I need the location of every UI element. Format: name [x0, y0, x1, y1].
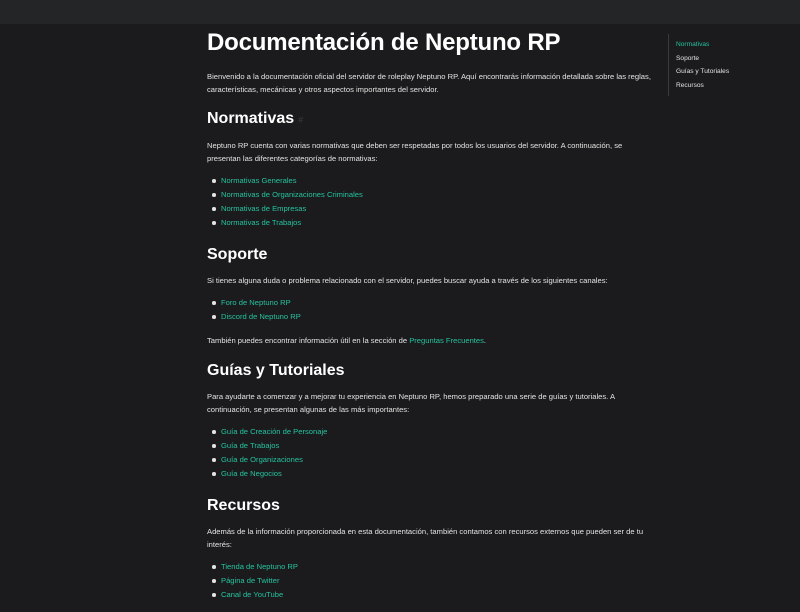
section-recursos: Recursos Además de la información propor…: [207, 495, 652, 612]
top-navbar: [0, 0, 800, 24]
list-item: Normativas de Empresas: [212, 202, 652, 216]
list-item: Página de Twitter: [212, 574, 652, 588]
intro-paragraph: Bienvenido a la documentación oficial de…: [207, 72, 651, 94]
list-item: Guía de Creación de Personaje: [212, 425, 652, 439]
heading-normativas: Normativas #: [207, 108, 652, 131]
soporte-extra-prefix: También puedes encontrar información úti…: [207, 336, 410, 345]
link-twitter[interactable]: Página de Twitter: [221, 576, 280, 585]
soporte-extra-suffix: .: [483, 336, 487, 345]
heading-guias: Guías y Tutoriales: [207, 362, 345, 379]
link-normativas-generales[interactable]: Normativas Generales: [221, 176, 297, 185]
soporte-list: Foro de Neptuno RP Discord de Neptuno RP: [207, 296, 652, 324]
guias-list: Guía de Creación de Personaje Guía de Tr…: [207, 425, 652, 481]
page-title: Documentación de Neptuno RP: [207, 29, 561, 56]
list-item: Normativas de Organizaciones Criminales: [212, 188, 652, 202]
link-normativas-trabajos[interactable]: Normativas de Trabajos: [221, 218, 301, 227]
list-item: Tienda de Neptuno RP: [212, 560, 652, 574]
list-item: Guía de Negocios: [212, 467, 652, 481]
soporte-paragraph: Si tienes alguna duda o problema relacio…: [207, 276, 608, 285]
list-item: Guía de Trabajos: [212, 439, 652, 453]
link-tienda[interactable]: Tienda de Neptuno RP: [221, 562, 298, 571]
heading-soporte: Soporte: [207, 246, 268, 263]
toc-item-guias[interactable]: Guías y Tutoriales: [676, 65, 796, 79]
link-preguntas-frecuentes[interactable]: Preguntas Frecuentes: [409, 336, 484, 345]
recursos-paragraph: Además de la información proporcionada e…: [207, 527, 644, 549]
list-item: Normativas Generales: [212, 174, 652, 188]
heading-normativas-text: Normativas: [207, 110, 295, 127]
link-guia-organizaciones[interactable]: Guía de Organizaciones: [221, 455, 303, 464]
list-item: Foro de Neptuno RP: [212, 296, 652, 310]
main-content: Documentación de Neptuno RP Bienvenido a…: [207, 28, 652, 599]
section-normativas: Normativas # Neptuno RP cuenta con varias…: [207, 108, 652, 240]
link-foro[interactable]: Foro de Neptuno RP: [221, 298, 291, 307]
toc-item-recursos[interactable]: Recursos: [676, 79, 796, 93]
list-item: Discord de Neptuno RP: [212, 310, 652, 324]
link-guia-trabajos[interactable]: Guía de Trabajos: [221, 441, 279, 450]
link-normativas-empresas[interactable]: Normativas de Empresas: [221, 204, 306, 213]
link-guia-negocios[interactable]: Guía de Negocios: [221, 469, 282, 478]
toc-item-normativas[interactable]: Normativas: [676, 38, 796, 52]
guias-paragraph: Para ayudarte a comenzar y a mejorar tu …: [207, 392, 615, 414]
heading-recursos: Recursos: [207, 497, 280, 514]
list-item: Guía de Organizaciones: [212, 453, 652, 467]
list-item: Normativas de Trabajos: [212, 216, 652, 230]
recursos-list: Tienda de Neptuno RP Página de Twitter C…: [207, 560, 652, 602]
link-discord[interactable]: Discord de Neptuno RP: [221, 312, 301, 321]
table-of-contents: Normativas Soporte Guías y Tutoriales Re…: [668, 34, 796, 96]
section-soporte: Soporte Si tienes alguna duda o problema…: [207, 244, 652, 356]
toc-item-soporte[interactable]: Soporte: [676, 52, 796, 66]
link-guia-creacion-personaje[interactable]: Guía de Creación de Personaje: [221, 427, 327, 436]
link-normativas-organizaciones-criminales[interactable]: Normativas de Organizaciones Criminales: [221, 190, 363, 199]
soporte-extra-paragraph: También puedes encontrar información úti…: [207, 334, 652, 347]
section-guias: Guías y Tutoriales Para ayudarte a comen…: [207, 360, 652, 491]
normativas-paragraph: Neptuno RP cuenta con varias normativas …: [207, 141, 623, 163]
normativas-list: Normativas Generales Normativas de Organ…: [207, 174, 652, 230]
link-youtube[interactable]: Canal de YouTube: [221, 590, 283, 599]
heading-anchor-link[interactable]: #: [298, 115, 303, 125]
